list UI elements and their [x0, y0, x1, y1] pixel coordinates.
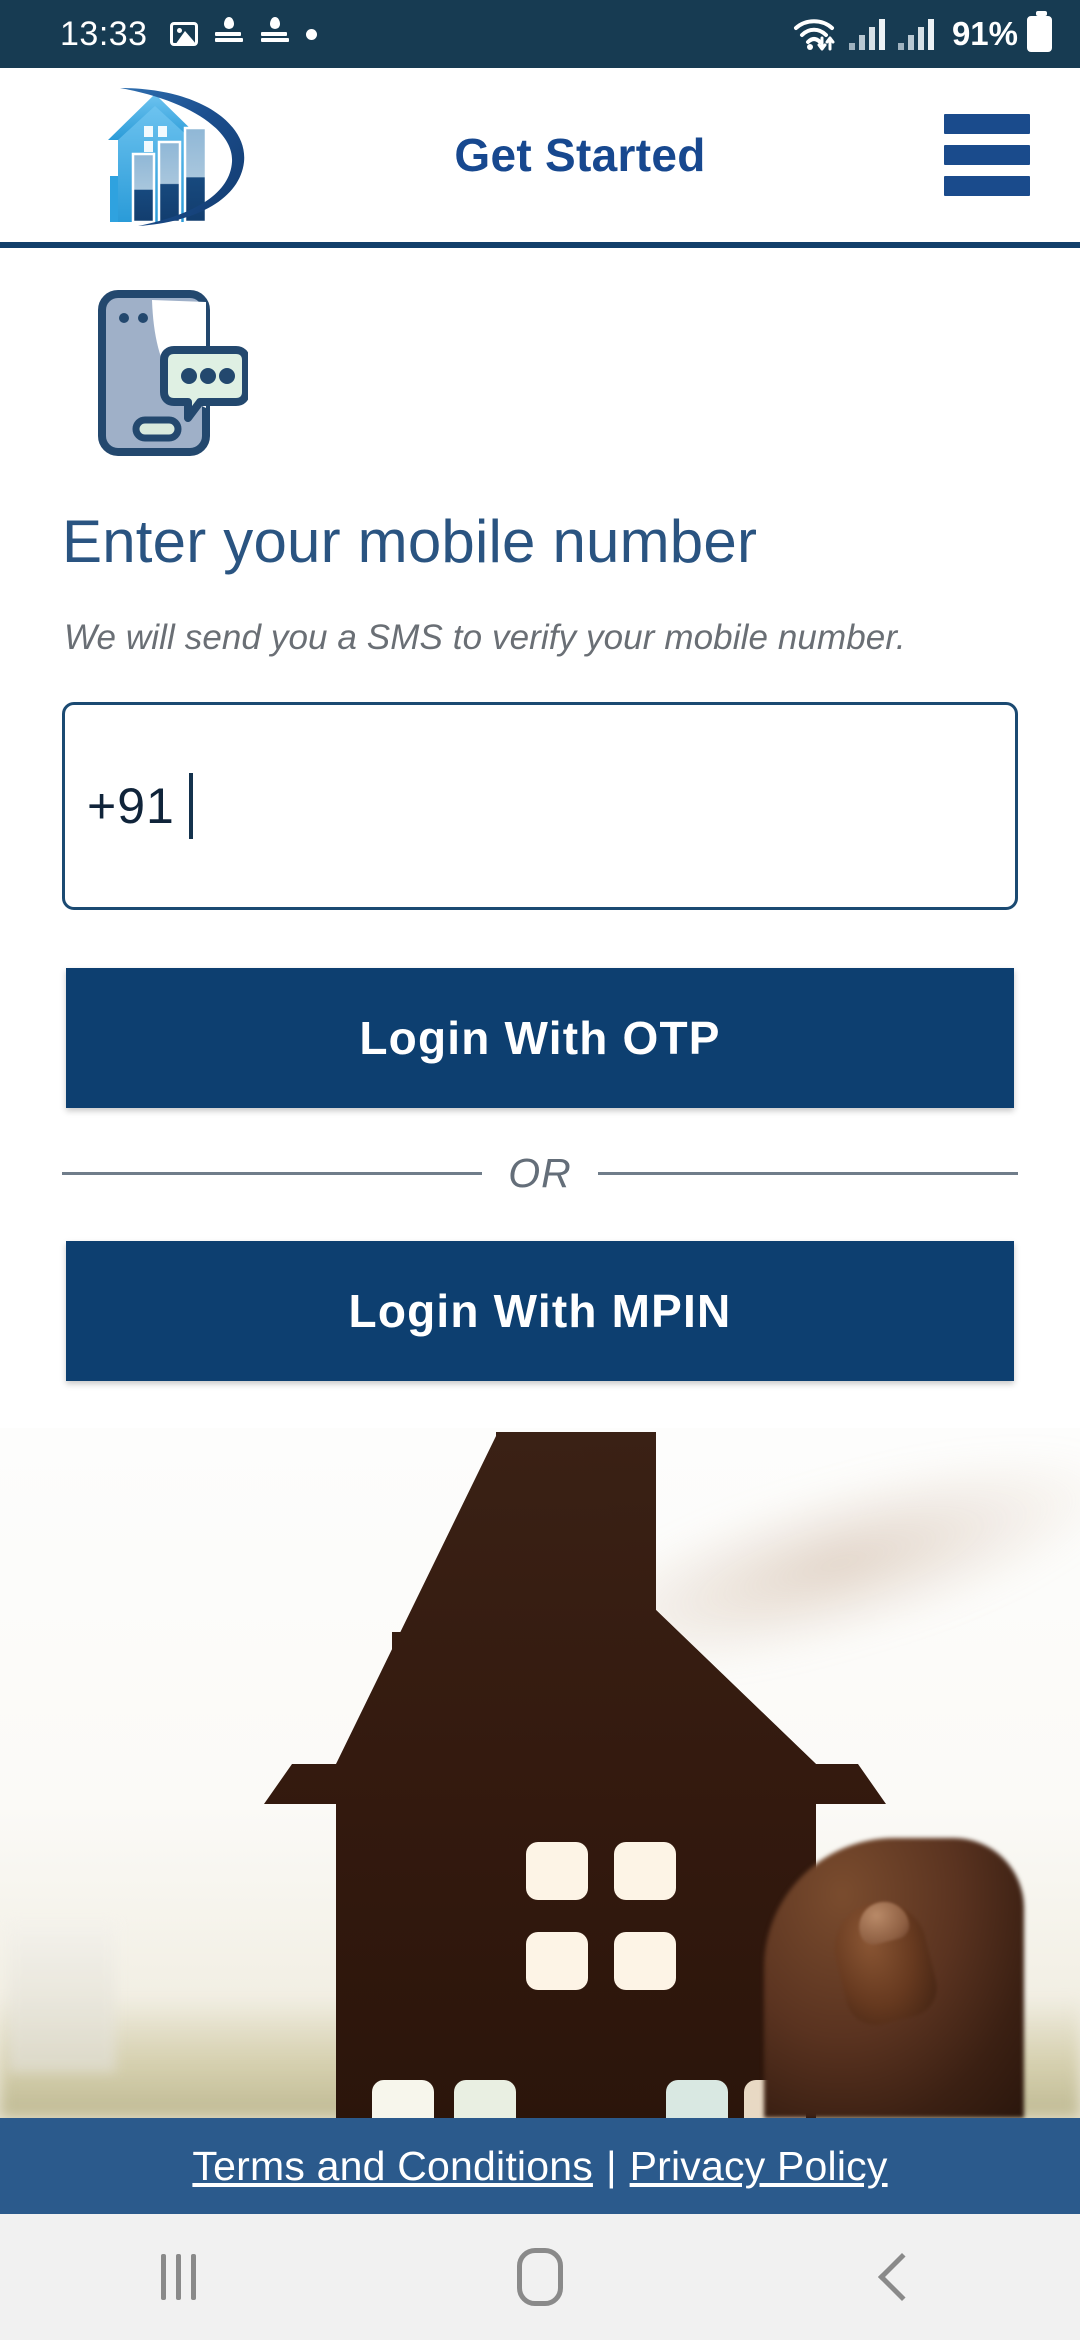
app-screen: 13:33 91% Get Started Enter your mobile …	[0, 0, 1080, 2340]
android-navigation-bar	[0, 2214, 1080, 2340]
mobile-number-value: +91	[87, 778, 175, 834]
background-building	[8, 1922, 116, 2072]
text-cursor	[188, 773, 193, 839]
hamburger-menu-icon[interactable]	[920, 114, 1030, 196]
signal-icon	[897, 19, 934, 50]
divider-line-left	[62, 1172, 483, 1175]
footer-links-bar: Terms and Conditions | Privacy Policy	[0, 2118, 1080, 2214]
dot-icon	[305, 28, 317, 40]
phone-sms-message-icon	[96, 288, 1080, 463]
footer-separator: |	[605, 2142, 617, 2189]
divider-line-right	[597, 1172, 1018, 1175]
image-icon	[169, 22, 198, 46]
battery-icon	[1027, 11, 1052, 52]
app-logo[interactable]	[70, 80, 280, 230]
terms-and-conditions-link[interactable]: Terms and Conditions	[192, 2143, 593, 2190]
wifi-icon	[793, 19, 835, 51]
page-heading: Enter your mobile number	[62, 508, 758, 575]
page-subheading: We will send you a SMS to verify your mo…	[64, 618, 906, 657]
or-divider: OR	[62, 1150, 1018, 1197]
main-content: Enter your mobile number We will send yo…	[0, 254, 1080, 1381]
status-bar: 13:33 91%	[0, 0, 1080, 68]
status-bar-system-icons: 91%	[793, 11, 1052, 53]
login-with-mpin-button[interactable]: Login With MPIN	[66, 1241, 1014, 1381]
dainik-bhaskar-icon	[214, 17, 244, 51]
signal-icon	[848, 19, 885, 50]
status-bar-clock: 13:33	[60, 15, 148, 53]
hero-image-house-cutout	[0, 1428, 1080, 2118]
divider-label: OR	[508, 1150, 572, 1196]
status-bar-notification-icons	[169, 17, 317, 51]
house-growth-chart-logo	[108, 88, 245, 226]
mobile-number-input[interactable]: +91	[62, 702, 1018, 910]
battery-percentage-label: 91%	[951, 15, 1018, 52]
privacy-policy-link[interactable]: Privacy Policy	[630, 2143, 888, 2190]
login-with-otp-button[interactable]: Login With OTP	[66, 968, 1014, 1108]
home-icon[interactable]	[517, 2248, 564, 2306]
recents-icon[interactable]	[160, 2254, 196, 2300]
back-icon[interactable]	[878, 2252, 927, 2302]
dainik-bhaskar-icon	[260, 17, 290, 51]
app-header: Get Started	[0, 68, 1080, 248]
page-title: Get Started	[454, 129, 706, 181]
